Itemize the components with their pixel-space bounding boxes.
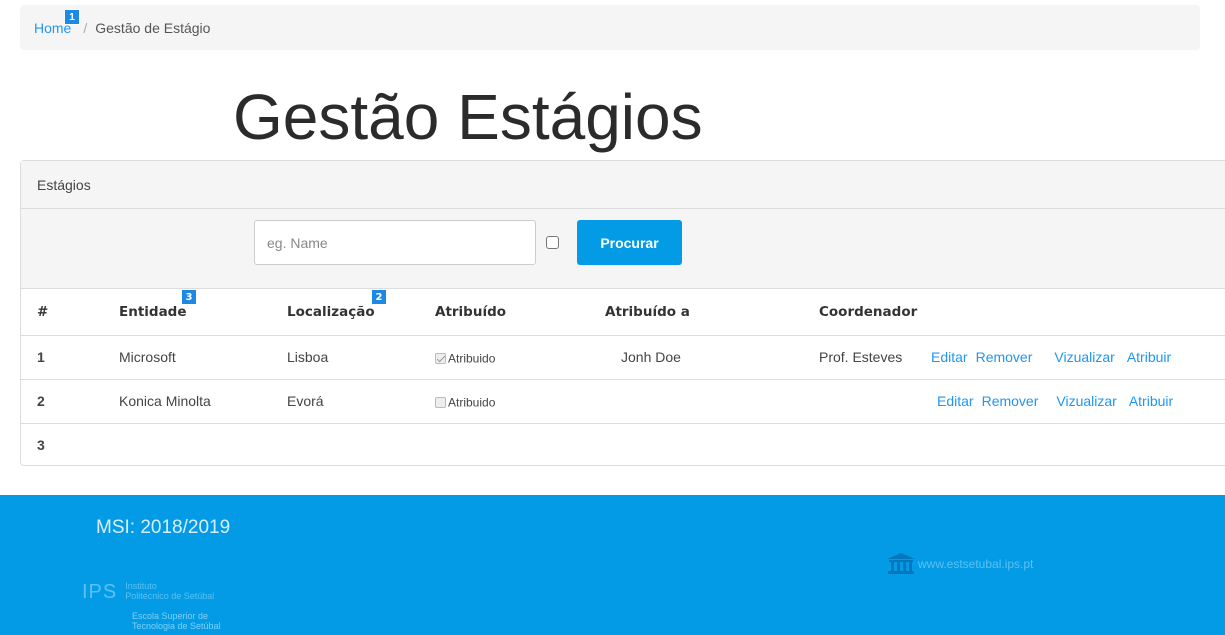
table-row: 2 Konica Minolta Evorá Atribuido Editar R… xyxy=(21,378,1225,423)
cell-atribuido: Atribuido xyxy=(435,334,605,379)
cell-empty xyxy=(287,422,435,467)
cell-atribuido: Atribuido xyxy=(435,378,605,423)
cell-actions: Editar Remover Vizualizar Atribuir xyxy=(931,378,1225,423)
table-row: 1 Microsoft Lisboa Atribuido Jonh Doe Pr… xyxy=(21,334,1225,379)
ips-line2: Politécnico de Setúbal xyxy=(125,591,215,601)
header-entidade-label: Entidade xyxy=(119,303,187,320)
row-number: 3 xyxy=(21,422,119,467)
search-button[interactable]: Procurar xyxy=(577,220,682,265)
cell-entidade: Konica Minolta xyxy=(119,378,287,423)
atribuido-label: Atribuido xyxy=(448,395,496,410)
cell-atribuido-a: Jonh Doe xyxy=(605,334,819,379)
panel-heading: Estágios xyxy=(21,161,1225,209)
cell-actions: Editar Remover Vizualizar Atribuir xyxy=(931,334,1225,379)
search-filter-checkbox[interactable] xyxy=(546,236,559,249)
atribuido-checkbox xyxy=(435,396,446,408)
search-bar: Procurar xyxy=(21,209,1225,289)
ips-line1: Instituto xyxy=(125,581,157,591)
breadcrumb-current: Gestão de Estágio xyxy=(95,19,211,36)
cell-atribuido-a xyxy=(605,378,819,423)
cell-entidade: Microsoft xyxy=(119,334,287,379)
estagios-panel: Estágios Procurar # Entidade3 Localizaçã… xyxy=(20,160,1225,467)
cell-empty xyxy=(435,422,605,467)
est-logo-name: Escola Superior de Tecnologia de Setúbal xyxy=(132,611,332,631)
cell-empty xyxy=(931,422,1225,467)
table-row: 3 xyxy=(21,422,1225,467)
ips-logo: IPS Instituto Politécnico de Setúbal Esc… xyxy=(82,581,221,631)
est-line2: Tecnologia de Setúbal xyxy=(132,621,221,631)
header-entidade[interactable]: Entidade 3 xyxy=(119,289,287,335)
atribuido-checkbox xyxy=(435,352,446,364)
footer-website[interactable]: www.estsetubal.ips.pt xyxy=(886,553,1033,575)
cell-coordenador: Prof. Esteves xyxy=(819,334,931,379)
assign-link[interactable]: Atribuir xyxy=(1127,349,1171,365)
header-atribuido-a: Atribuído a xyxy=(605,303,690,320)
search-input[interactable] xyxy=(254,220,536,265)
table-header-row: # Entidade 3 Localização 2 Atribuído Atrib… xyxy=(21,289,1225,335)
page-title: Gestão Estágios xyxy=(233,81,703,153)
assign-link[interactable]: Atribuir xyxy=(1129,393,1173,409)
institution-icon xyxy=(887,553,915,574)
cell-localizacao: Evorá xyxy=(287,378,435,423)
footer-website-text: www.estsetubal.ips.pt xyxy=(918,557,1034,571)
annotation-badge-2: 2 xyxy=(371,289,387,305)
atribuido-a-value: Jonh Doe xyxy=(621,349,681,365)
header-number: # xyxy=(37,303,49,320)
annotation-badge-1: 1 xyxy=(64,9,80,25)
cell-empty xyxy=(119,422,287,467)
breadcrumb-separator: / xyxy=(83,19,88,36)
cell-coordenador xyxy=(819,378,931,423)
header-atribuido: Atribuído xyxy=(435,303,507,320)
edit-link[interactable]: Editar xyxy=(931,349,968,365)
view-link[interactable]: Vizualizar xyxy=(1056,393,1116,409)
cell-empty xyxy=(819,422,931,467)
row-number: 1 xyxy=(21,334,119,379)
footer: MSI: 2018/2019 IPS Instituto Politécnico… xyxy=(0,495,1225,635)
header-localizacao-label: Localização xyxy=(287,303,375,320)
footer-msi-label: MSI: 2018/2019 xyxy=(96,517,231,538)
remove-link[interactable]: Remover xyxy=(982,393,1039,409)
ips-logo-abbr: IPS xyxy=(82,581,118,603)
cell-empty xyxy=(605,422,819,467)
header-coordenador: Coordenador xyxy=(819,303,918,320)
estagios-table: # Entidade 3 Localização 2 Atribuído Atrib… xyxy=(21,289,1225,467)
remove-link[interactable]: Remover xyxy=(976,349,1033,365)
header-localizacao[interactable]: Localização 2 xyxy=(287,289,435,335)
est-line1: Escola Superior de xyxy=(132,611,209,621)
annotation-badge-3: 3 xyxy=(181,289,197,305)
header-actions xyxy=(931,289,1225,335)
ips-logo-name: Instituto Politécnico de Setúbal xyxy=(125,581,214,604)
breadcrumb: Home 1 / Gestão de Estágio xyxy=(20,5,1200,50)
cell-localizacao: Lisboa xyxy=(287,334,435,379)
row-number: 2 xyxy=(21,378,119,423)
edit-link[interactable]: Editar xyxy=(937,393,974,409)
view-link[interactable]: Vizualizar xyxy=(1054,349,1114,365)
atribuido-label: Atribuido xyxy=(448,351,496,366)
